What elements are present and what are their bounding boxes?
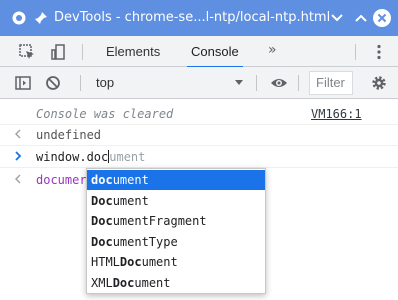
dropdown-arrow-icon[interactable] xyxy=(234,77,244,87)
autocomplete-item[interactable]: document xyxy=(87,170,265,190)
show-sidebar-icon[interactable] xyxy=(14,74,32,92)
autocomplete-item-prefix: HTML xyxy=(91,255,120,269)
autocomplete-item-match: Doc xyxy=(112,275,135,290)
eager-preview-text: documer xyxy=(36,173,87,187)
autocomplete-item-prefix: XML xyxy=(91,275,113,290)
close-button[interactable] xyxy=(373,9,391,27)
gear-icon[interactable] xyxy=(370,74,388,92)
console-prompt[interactable]: window.document xyxy=(0,146,398,168)
chevron-up-icon xyxy=(355,14,367,22)
autocomplete-popup: document Document DocumentFragment Document… xyxy=(86,168,266,294)
result-arrow-icon xyxy=(15,129,21,139)
filter-input[interactable]: Filter xyxy=(309,71,353,95)
tab-elements[interactable]: Elements xyxy=(98,36,168,67)
execution-context-select[interactable]: top xyxy=(96,75,114,90)
autocomplete-item[interactable]: DocumentFragment xyxy=(87,211,265,231)
chrome-icon xyxy=(12,11,26,25)
autocomplete-item-rest: ument xyxy=(112,193,149,208)
autocomplete-item-match: Doc xyxy=(91,193,113,208)
clear-console-icon[interactable] xyxy=(44,74,62,92)
close-icon xyxy=(377,13,387,23)
autocomplete-item-match: Doc xyxy=(91,214,113,228)
result-value: undefined xyxy=(36,128,102,142)
inspect-element-icon[interactable] xyxy=(18,43,36,61)
more-tabs-button[interactable]: » xyxy=(268,42,277,58)
maximize-button[interactable] xyxy=(352,9,370,27)
toolbar-divider xyxy=(256,75,257,91)
console-input[interactable]: window.document xyxy=(36,150,145,164)
device-toolbar-icon[interactable] xyxy=(50,43,68,61)
minimize-button[interactable] xyxy=(328,9,346,27)
autocomplete-item-rest: ument xyxy=(141,255,178,269)
live-expression-eye-icon[interactable] xyxy=(270,74,288,92)
autocomplete-item[interactable]: Document xyxy=(87,191,265,211)
source-link[interactable]: VM166:1 xyxy=(311,107,362,121)
autocomplete-item-rest: ument xyxy=(134,275,171,290)
pin-icon[interactable] xyxy=(34,11,48,25)
window-title: DevTools - chrome-se...l-ntp/local-ntp.h… xyxy=(54,10,331,25)
more-options-icon[interactable] xyxy=(370,43,388,61)
window-titlebar: DevTools - chrome-se...l-ntp/local-ntp.h… xyxy=(0,0,398,36)
autocomplete-item-rest: ument xyxy=(112,173,149,187)
console-result: undefined xyxy=(0,124,398,146)
toolbar-divider xyxy=(298,75,299,91)
autocomplete-item-rest: umentFragment xyxy=(112,214,207,228)
prompt-chevron-icon xyxy=(15,151,22,161)
autocomplete-item-match: doc xyxy=(91,173,113,187)
toolbar-divider xyxy=(355,44,356,60)
typed-text: window.doc xyxy=(36,150,109,164)
autocomplete-item-match: Doc xyxy=(91,234,113,249)
result-arrow-icon xyxy=(15,174,21,184)
autocomplete-item-match: Doc xyxy=(119,255,142,269)
autocomplete-item[interactable]: DocumentType xyxy=(87,232,265,252)
autocomplete-item[interactable]: HTMLDocument xyxy=(87,252,265,272)
console-message: Console was cleared VM166:1 xyxy=(0,103,398,125)
console-cleared-text: Console was cleared xyxy=(36,107,174,121)
toolbar-divider xyxy=(82,44,83,60)
toolbar-divider xyxy=(80,75,81,91)
tab-console[interactable]: Console xyxy=(183,36,247,68)
console-toolbar: top Filter xyxy=(0,67,398,99)
autocomplete-item-rest: umentType xyxy=(112,234,178,249)
chevron-down-icon xyxy=(331,14,343,22)
autocomplete-ghost-text: ument xyxy=(109,150,146,164)
devtools-tabbar: Elements Console » xyxy=(0,36,398,68)
autocomplete-item[interactable]: XMLDocument xyxy=(87,273,265,293)
